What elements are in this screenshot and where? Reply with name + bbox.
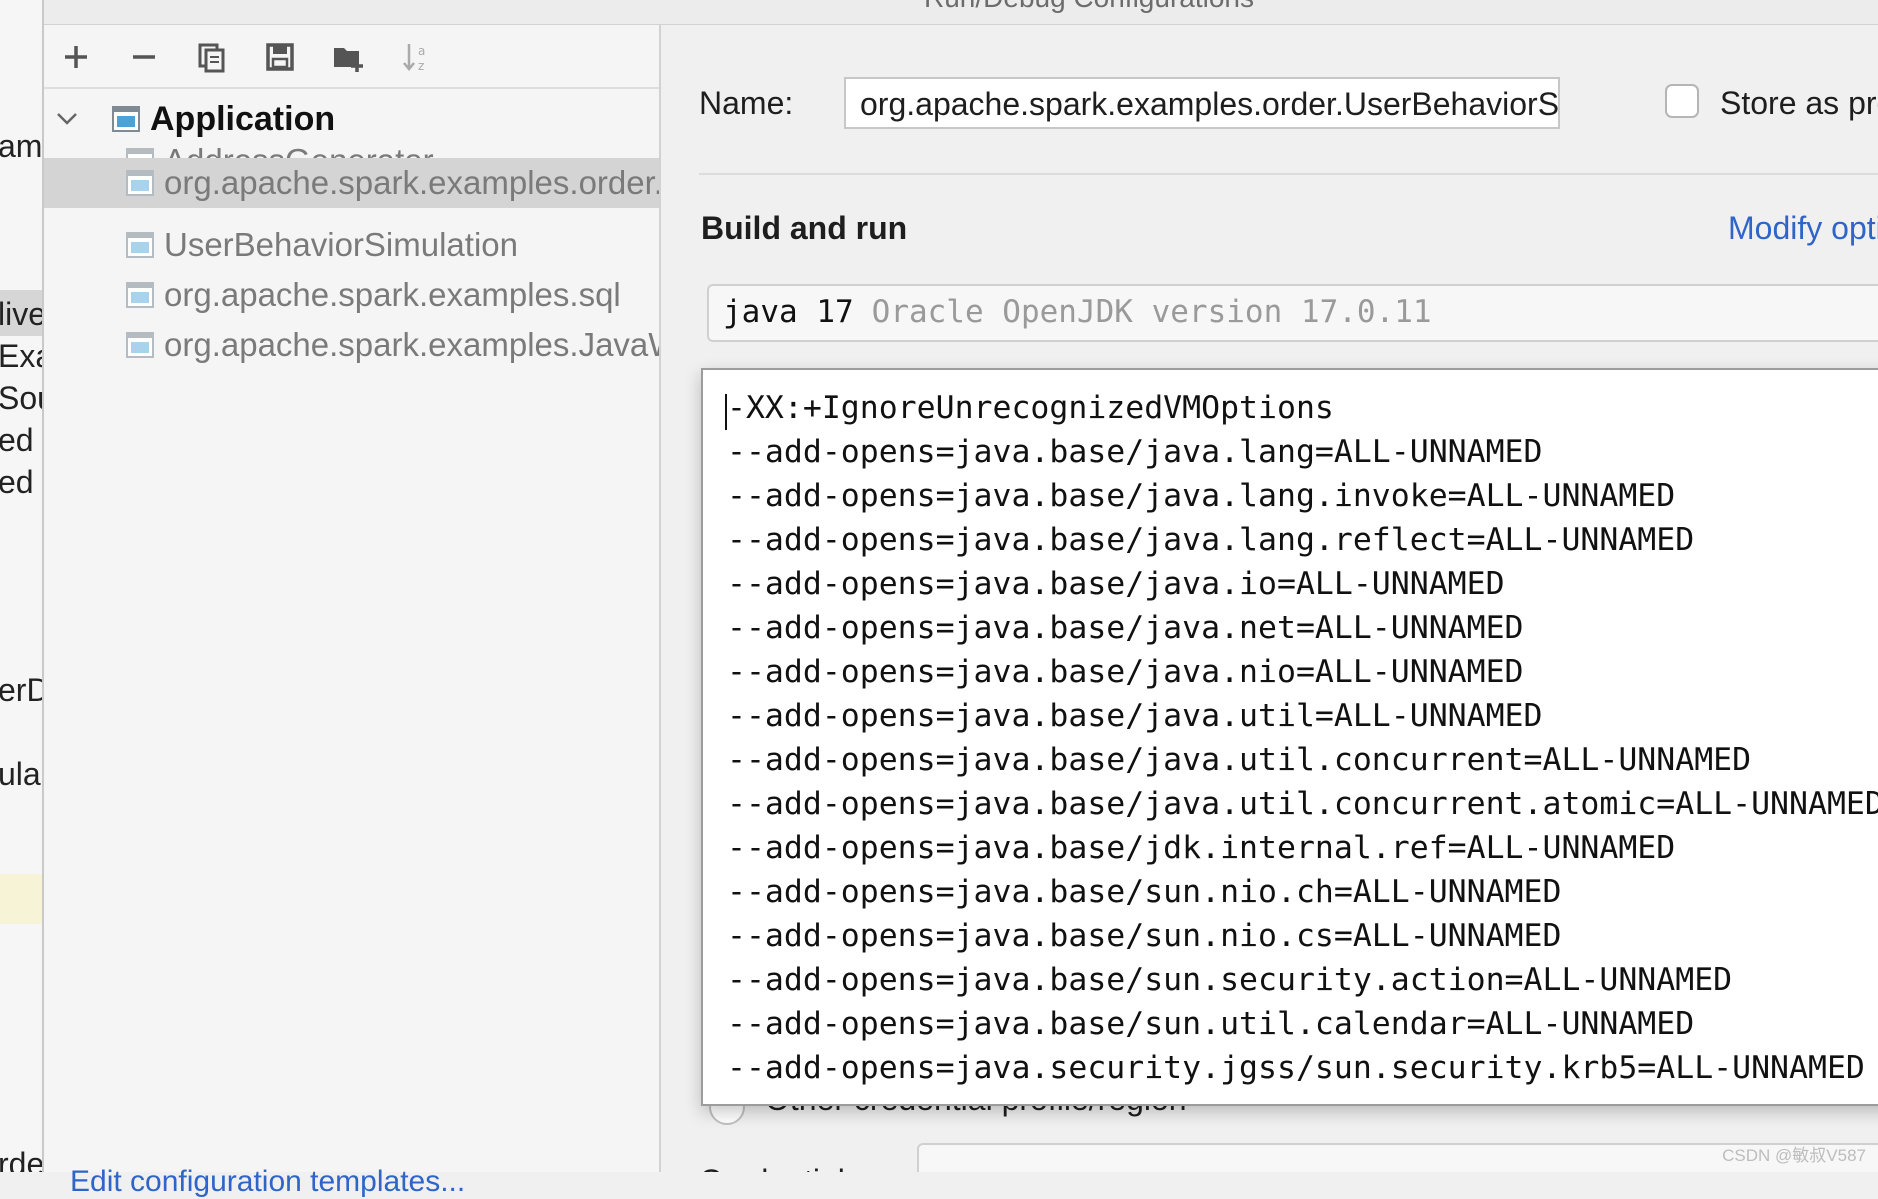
application-config-icon (126, 332, 154, 358)
jdk-selector[interactable]: java 17 Oracle OpenJDK version 17.0.11 (707, 284, 1878, 342)
watermark: CSDN @敏叔V587 (1722, 1146, 1866, 1165)
svg-text:a: a (418, 44, 425, 58)
editor-text-fragment: ed (0, 422, 34, 458)
vm-option-line: --add-opens=java.base/sun.nio.ch=ALL-UNN… (727, 874, 1562, 910)
name-label: Name: (699, 85, 794, 121)
vm-option-line: --add-opens=java.security.jgss/sun.secur… (727, 1050, 1865, 1086)
vm-option-line: --add-opens=java.base/java.lang.reflect=… (727, 522, 1695, 558)
editor-text-fragment: ula (0, 756, 41, 792)
vm-option-line: --add-opens=java.base/java.lang=ALL-UNNA… (727, 434, 1543, 470)
editor-text-fragment: Exa (0, 338, 42, 374)
jdk-description: Oracle OpenJDK version 17.0.11 (871, 294, 1432, 330)
remove-icon[interactable] (122, 35, 166, 79)
vm-option-line: -XX:+IgnoreUnrecognizedVMOptions (727, 390, 1334, 426)
editor-text-fragment: rde (0, 1146, 42, 1172)
store-as-project-file-checkbox[interactable] (1665, 84, 1699, 118)
vm-option-line: --add-opens=java.base/java.net=ALL-UNNAM… (727, 610, 1524, 646)
editor-highlight-line (0, 874, 42, 924)
tree-item-label: org.apache.spark.examples.JavaWordCount (164, 326, 659, 363)
vm-option-line: --add-opens=java.base/sun.security.actio… (727, 962, 1733, 998)
new-folder-icon[interactable] (326, 35, 370, 79)
editor-text-fragment: am (0, 128, 42, 164)
svg-text:z: z (418, 59, 424, 73)
application-config-icon (126, 170, 154, 196)
save-icon[interactable] (258, 35, 302, 79)
credentials-label: Credentials: (699, 1163, 870, 1172)
editor-text-fragment: Sou (0, 380, 42, 416)
editor-text-fragment: erD (0, 672, 42, 708)
chevron-down-icon[interactable] (56, 112, 82, 126)
jdk-name: java 17 (723, 294, 854, 330)
editor-text-fragment: live (0, 296, 42, 332)
tree-item-user-behavior-order[interactable]: org.apache.spark.examples.order.UserBeha… (44, 158, 659, 208)
vm-option-line: --add-opens=java.base/sun.nio.cs=ALL-UNN… (727, 918, 1562, 954)
name-input[interactable]: org.apache.spark.examples.order.UserBeha… (844, 77, 1560, 129)
tree-item-label: UserBehaviorSimulation (164, 226, 518, 263)
edit-templates-link[interactable]: Edit configuration templates... (70, 1165, 465, 1199)
build-and-run-heading: Build and run (701, 210, 908, 246)
vm-option-line: --add-opens=java.base/java.io=ALL-UNNAME… (727, 566, 1505, 602)
vm-option-line: --add-opens=java.base/java.util.concurre… (727, 786, 1878, 822)
vm-option-line: --add-opens=java.base/java.util=ALL-UNNA… (727, 698, 1543, 734)
vm-option-line: --add-opens=java.base/java.lang.invoke=A… (727, 478, 1676, 514)
vm-options-text[interactable]: -XX:+IgnoreUnrecognizedVMOptions --add-o… (727, 386, 1878, 1090)
tree-group-label: Application (150, 99, 336, 138)
add-icon[interactable] (54, 35, 98, 79)
editor-text-fragment: ed (0, 464, 34, 500)
tree-item-user-behavior-simulation[interactable]: UserBehaviorSimulation (44, 220, 659, 270)
tree-item-label: org.apache.spark.examples.order.UserBeha… (164, 164, 659, 201)
vm-option-line: --add-opens=java.base/java.nio=ALL-UNNAM… (727, 654, 1524, 690)
dialog-title-bar: Run/Debug Configurations (44, 0, 1878, 25)
modify-options-link[interactable]: Modify options (1728, 210, 1878, 247)
sort-icon[interactable]: az (394, 35, 438, 79)
vm-option-line: --add-opens=java.base/java.util.concurre… (727, 742, 1752, 778)
store-as-project-file-label: Store as project file (1720, 85, 1878, 121)
background-editor-strip: am live Exa Sou ed ed erD ula rde (0, 0, 42, 1172)
application-config-icon (112, 106, 140, 132)
configuration-form-panel: Name: org.apache.spark.examples.order.Us… (661, 25, 1878, 1172)
vm-option-line: --add-opens=java.base/jdk.internal.ref=A… (727, 830, 1676, 866)
tree-item-java-word-count[interactable]: org.apache.spark.examples.JavaWordCount (44, 320, 659, 370)
dialog-title: Run/Debug Configurations (924, 0, 1254, 14)
application-config-icon (126, 232, 154, 258)
separator (699, 173, 1878, 175)
tree-item-spark-sql[interactable]: org.apache.spark.examples.sql (44, 270, 659, 320)
vm-option-line: --add-opens=java.base/sun.util.calendar=… (727, 1006, 1695, 1042)
copy-icon[interactable] (190, 35, 234, 79)
tree-item-label: org.apache.spark.examples.sql (164, 276, 621, 313)
vm-options-editor[interactable]: -XX:+IgnoreUnrecognizedVMOptions --add-o… (701, 368, 1878, 1106)
application-config-icon (126, 282, 154, 308)
configuration-tree-panel: az Application AddressGenerator org.apac… (44, 25, 661, 1198)
tree-toolbar: az (44, 25, 659, 89)
